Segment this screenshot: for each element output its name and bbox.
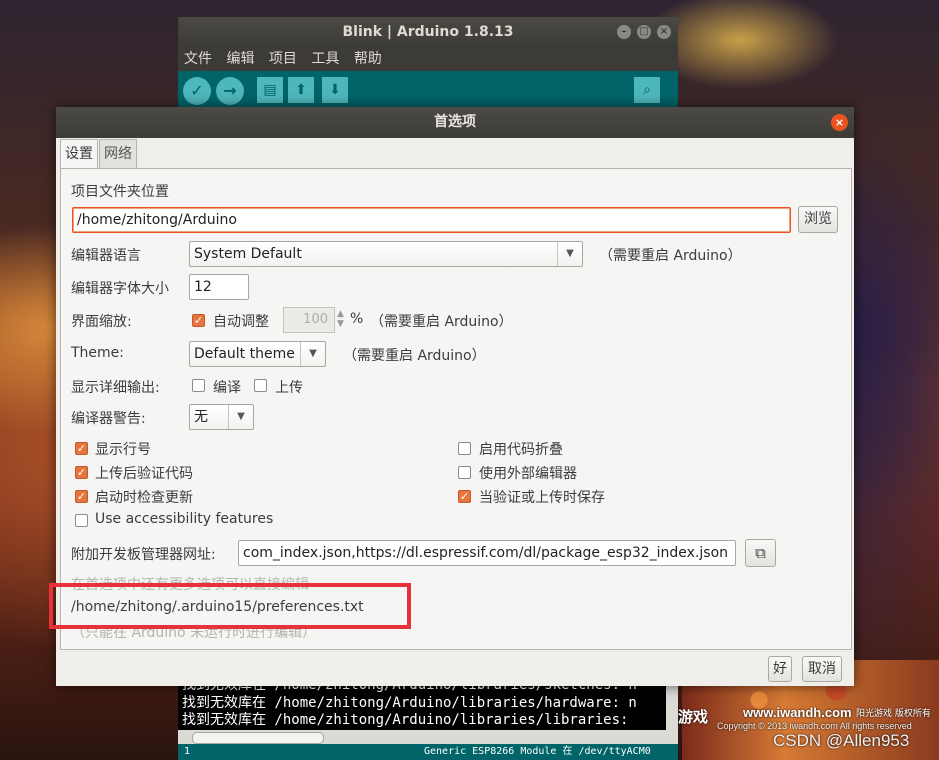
warnings-label: 编译器警告: [71,411,146,427]
warnings-value: 无 [194,409,208,425]
tab-network[interactable]: 网络 [99,139,137,168]
save-icon[interactable]: ⬇ [322,77,348,103]
verify-icon[interactable]: ✓ [183,77,211,105]
theme-restart-note: （需要重启 Arduino） [343,348,486,364]
watermark-game: 游戏 [678,708,709,726]
open-icon[interactable]: ⬆ [288,77,314,103]
menu-help[interactable]: 帮助 [354,51,382,67]
scale-auto-checkbox[interactable]: ✓ [192,314,205,327]
board-urls-input[interactable]: com_index.json,https://dl.espressif.com/… [238,540,736,566]
arduino-toolbar: ✓ → ▤ ⬆ ⬇ ⌕ [178,71,678,112]
arduino-titlebar: Blink | Arduino 1.8.13 – □ × [178,17,678,47]
dialog-titlebar: 首选项 × [56,107,854,138]
watermark-site: www.iwandh.com [743,705,852,720]
close-window-icon[interactable]: × [657,25,671,39]
serial-monitor-icon[interactable]: ⌕ [634,77,660,103]
menu-sketch[interactable]: 项目 [269,51,297,67]
verbose-upload-checkbox[interactable] [254,379,267,392]
verify-after-upload-checkbox[interactable]: ✓ [75,466,88,479]
board-urls-value: com_index.json,https://dl.espressif.com/… [243,545,729,561]
menu-file[interactable]: 文件 [184,51,212,67]
verbose-label: 显示详细输出: [71,380,160,396]
chevron-down-icon: ▼ [228,405,253,429]
console-line: 找到无效库在 /home/zhitong/Arduino/libraries/h… [182,694,637,711]
verbose-compile-checkbox[interactable] [192,379,205,392]
status-bar: 1 Generic ESP8266 Module 在 /dev/ttyACM0 [178,744,678,760]
external-editor-checkbox[interactable] [458,466,471,479]
theme-value: Default theme [194,346,295,362]
font-size-input[interactable]: 12 [189,274,249,300]
verbose-compile-label: 编译 [213,380,241,396]
highlight-box [49,583,411,629]
scale-percent-input[interactable]: 100 [283,307,335,333]
console-vertical-scrollbar[interactable] [666,677,678,744]
tab-settings[interactable]: 设置 [60,139,98,169]
verify-after-upload-label: 上传后验证代码 [95,466,193,482]
external-editor-label: 使用外部编辑器 [479,466,577,482]
theme-select[interactable]: Default theme ▼ [189,341,326,367]
scale-restart-note: （需要重启 Arduino） [370,314,513,330]
language-select[interactable]: System Default ▼ [189,241,583,267]
scale-unit: % [350,311,364,327]
accessibility-label: Use accessibility features [95,511,274,527]
watermark-cn: 阳光游戏 版权所有 [856,709,931,719]
chevron-down-icon: ▼ [557,242,582,266]
close-icon[interactable]: × [831,114,848,131]
watermark-copyright: Copyright © 2013 iwandh.com All rights r… [717,721,912,731]
scrollbar-thumb[interactable] [192,732,324,744]
language-restart-note: （需要重启 Arduino） [599,248,742,264]
settings-panel: 项目文件夹位置 /home/zhitong/Arduino 浏览 编辑器语言 S… [60,168,852,650]
line-numbers-checkbox[interactable]: ✓ [75,442,88,455]
verbose-upload-label: 上传 [275,380,303,396]
browse-button[interactable]: 浏览 [798,206,838,233]
upload-icon[interactable]: → [216,77,244,105]
check-updates-checkbox[interactable]: ✓ [75,490,88,503]
scale-label: 界面缩放: [71,314,132,330]
board-urls-label: 附加开发板管理器网址: [71,547,216,563]
language-value: System Default [194,246,302,262]
cancel-button[interactable]: 取消 [802,656,842,682]
ok-button[interactable]: 好 [768,656,792,682]
console-line: 找到无效库在 /home/zhitong/Arduino/libraries/l… [182,712,629,728]
save-on-verify-checkbox[interactable]: ✓ [458,490,471,503]
status-board: Generic ESP8266 Module 在 /dev/ttyACM0 [424,746,651,757]
line-numbers-label: 显示行号 [95,442,151,458]
warnings-select[interactable]: 无 ▼ [189,404,254,430]
sketchbook-label: 项目文件夹位置 [71,184,169,200]
dialog-title: 首选项 [434,114,476,130]
scale-auto-label: 自动调整 [213,314,269,330]
font-size-label: 编辑器字体大小 [71,281,169,297]
minimize-icon[interactable]: – [617,25,631,39]
menu-tools[interactable]: 工具 [311,51,339,67]
spin-arrows-icon[interactable]: ▲ ▼ [337,309,344,329]
maximize-icon[interactable]: □ [637,25,651,39]
console-horizontal-scrollbar[interactable] [178,730,666,744]
watermark-csdn: CSDN @Allen953 [773,731,910,750]
status-line-number: 1 [184,746,191,757]
new-icon[interactable]: ▤ [257,77,283,103]
arduino-title: Blink | Arduino 1.8.13 [342,24,514,40]
sketchbook-path-input[interactable]: /home/zhitong/Arduino [72,207,791,233]
arduino-menubar: 文件 编辑 项目 工具 帮助 [178,47,678,71]
theme-label: Theme: [71,345,125,361]
code-folding-checkbox[interactable] [458,442,471,455]
language-label: 编辑器语言 [71,248,141,264]
menu-edit[interactable]: 编辑 [226,51,254,67]
save-on-verify-label: 当验证或上传时保存 [479,490,605,506]
accessibility-checkbox[interactable] [75,514,88,527]
edit-urls-icon[interactable]: ⧉ [745,539,776,567]
chevron-down-icon: ▼ [300,342,325,366]
check-updates-label: 启动时检查更新 [95,490,193,506]
code-folding-label: 启用代码折叠 [479,442,563,458]
